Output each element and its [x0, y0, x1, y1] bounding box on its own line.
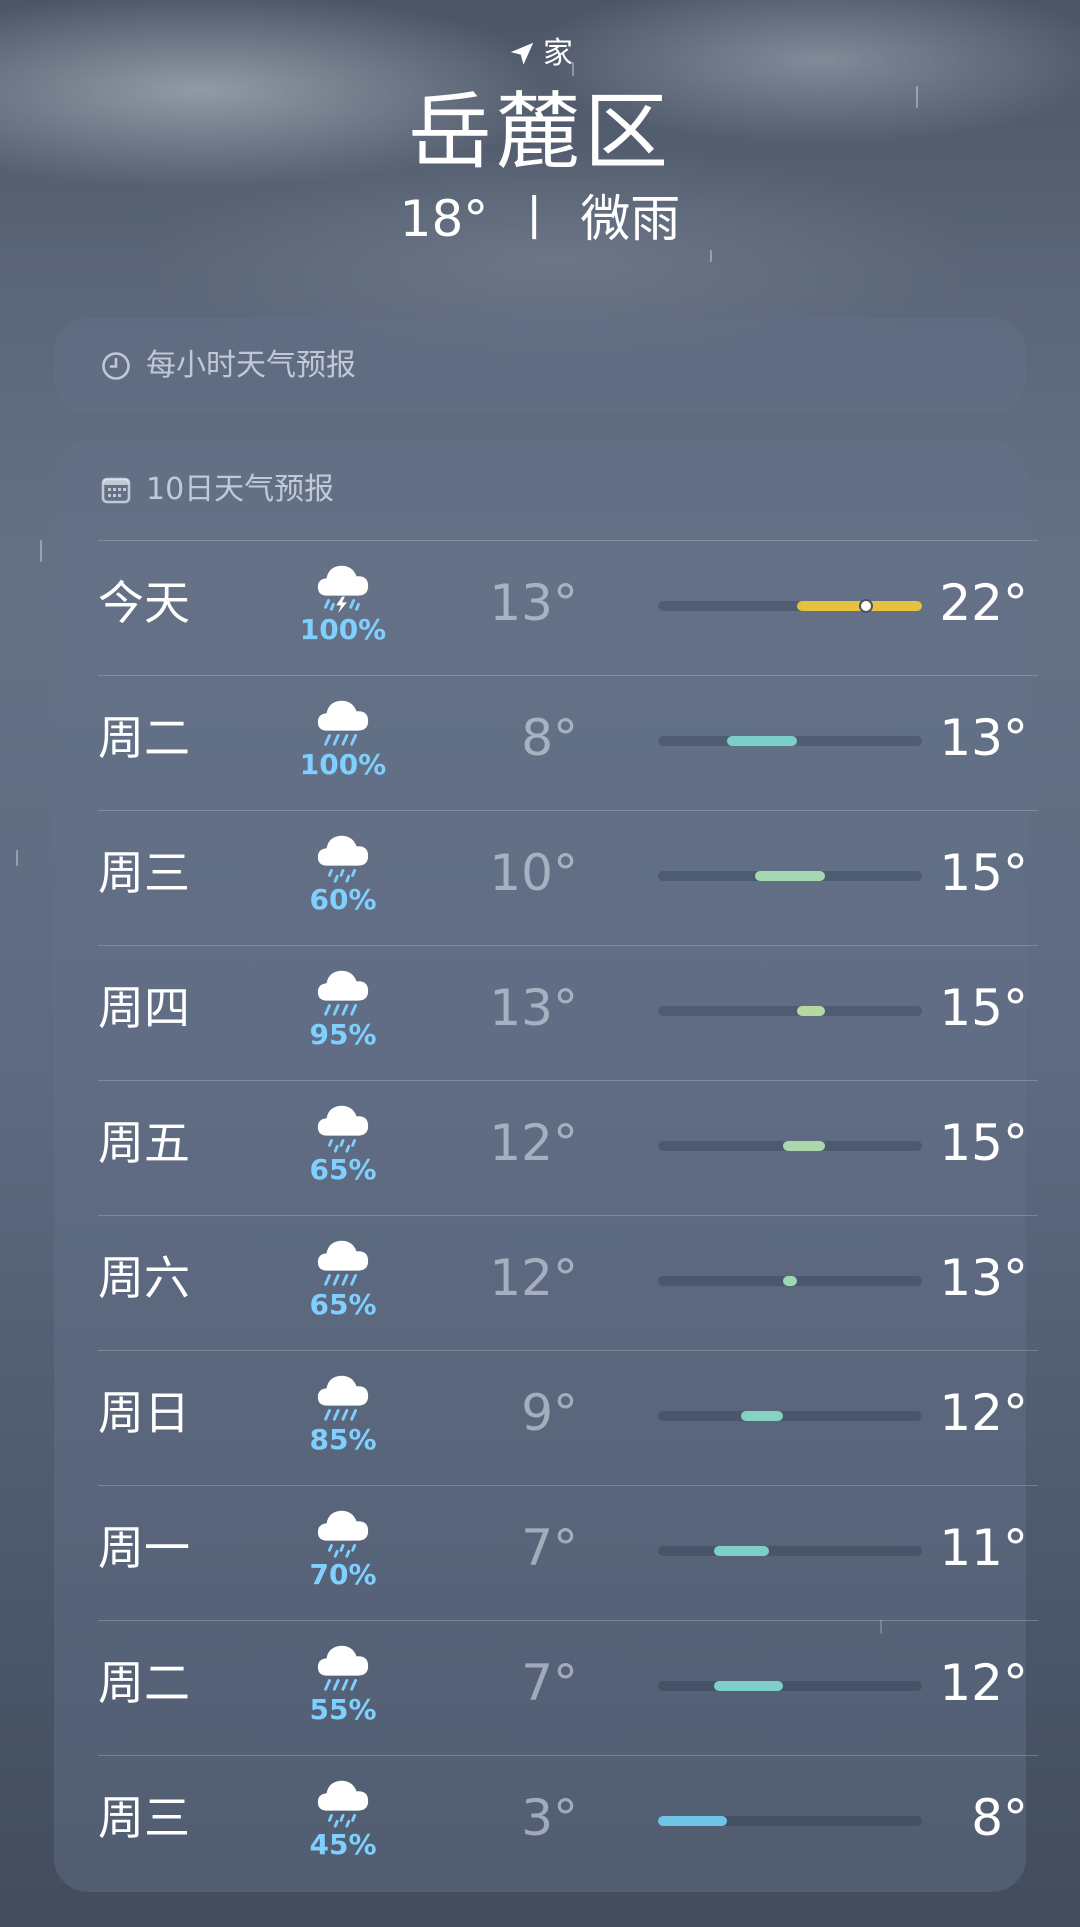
location-label: 家 — [543, 36, 573, 71]
temperature-range-fill — [727, 736, 797, 746]
city-name: 岳麓区 — [407, 83, 672, 181]
temperature-range-fill — [755, 871, 825, 881]
current-conditions: 18° 丨 微雨 — [0, 188, 1080, 250]
drizzle-icon — [317, 835, 369, 883]
high-temperature: 12° — [939, 1384, 1028, 1442]
forecast-day: 今天 — [98, 576, 190, 630]
rain-icon — [317, 1240, 369, 1286]
low-temperature: 8° — [521, 709, 578, 767]
temperature-range-fill — [713, 1546, 770, 1556]
high-temperature: 12° — [939, 1654, 1028, 1712]
current-temperature: 18° — [399, 190, 489, 248]
precipitation-chance: 70% — [309, 1558, 377, 1591]
drizzle-icon — [317, 1510, 369, 1558]
ten-day-forecast-header: 10日天气预报 — [100, 470, 334, 510]
rain-icon — [317, 1645, 369, 1691]
current-condition: 微雨 — [580, 190, 681, 248]
location-arrow-icon — [510, 42, 534, 65]
high-temperature: 22° — [939, 574, 1028, 632]
precipitation-chance: 65% — [309, 1288, 377, 1321]
low-temperature: 7° — [521, 1654, 578, 1712]
forecast-row[interactable]: 周五 65% 12° 15° — [98, 1080, 1038, 1215]
precipitation-chance: 100% — [299, 613, 387, 646]
temperature-range-bar — [658, 1411, 922, 1421]
forecast-day: 周二 — [98, 711, 190, 765]
location-row: 家 — [0, 34, 1080, 74]
low-temperature: 7° — [521, 1519, 578, 1577]
precipitation-chance: 100% — [299, 748, 387, 781]
hourly-forecast-title: 每小时天气预报 — [146, 348, 356, 383]
hourly-forecast-card[interactable]: 每小时天气预报 — [54, 318, 1026, 414]
ten-day-forecast-card[interactable]: 10日天气预报 今天 100% 13° 22° 周二 100% 8° 13° 周三 60% 10° 1… — [54, 440, 1038, 1892]
forecast-row[interactable]: 周日 85% 9° 12° — [98, 1350, 1038, 1485]
forecast-row[interactable]: 周三 45% 3° 8° — [98, 1755, 1038, 1890]
temperature-range-bar — [658, 871, 922, 881]
drizzle-icon — [317, 1105, 369, 1153]
high-temperature: 11° — [939, 1519, 1028, 1577]
forecast-row[interactable]: 周六 65% 12° 13° — [98, 1215, 1038, 1350]
rain-icon — [317, 700, 369, 746]
temperature-range-fill — [783, 1141, 825, 1151]
forecast-day: 周三 — [98, 846, 190, 900]
high-temperature: 13° — [939, 1249, 1028, 1307]
precipitation-chance: 55% — [309, 1693, 377, 1726]
temperature-range-bar — [658, 1141, 922, 1151]
precipitation-chance: 95% — [309, 1018, 377, 1051]
temperature-range-fill — [741, 1411, 784, 1421]
forecast-row[interactable]: 周三 60% 10° 15° — [98, 810, 1038, 945]
temperature-range-bar — [658, 736, 922, 746]
high-temperature: 15° — [939, 979, 1028, 1037]
forecast-row[interactable]: 周二 55% 7° 12° — [98, 1620, 1038, 1755]
temperature-range-bar — [658, 1006, 922, 1016]
raindrop — [16, 850, 18, 866]
temperature-range-fill — [713, 1681, 784, 1691]
hourly-forecast-header: 每小时天气预报 — [100, 346, 356, 386]
low-temperature: 12° — [489, 1249, 578, 1307]
high-temperature: 13° — [939, 709, 1028, 767]
forecast-row[interactable]: 周一 70% 7° 11° — [98, 1485, 1038, 1620]
raindrop — [40, 540, 42, 562]
precipitation-chance: 65% — [309, 1153, 377, 1186]
low-temperature: 12° — [489, 1114, 578, 1172]
forecast-row[interactable]: 周四 95% 13° 15° — [98, 945, 1038, 1080]
high-temperature: 15° — [939, 844, 1028, 902]
forecast-day: 周四 — [98, 981, 190, 1035]
forecast-day: 周六 — [98, 1251, 190, 1305]
precipitation-chance: 60% — [309, 883, 377, 916]
low-temperature: 10° — [489, 844, 578, 902]
forecast-row[interactable]: 周二 100% 8° 13° — [98, 675, 1038, 810]
precipitation-chance: 45% — [309, 1828, 377, 1861]
rain-icon — [317, 970, 369, 1016]
raindrop — [710, 250, 712, 262]
temperature-range-fill — [658, 1816, 728, 1826]
temperature-range-bar — [658, 1681, 922, 1691]
low-temperature: 3° — [521, 1789, 578, 1847]
temperature-range-bar — [658, 1546, 922, 1556]
forecast-list: 今天 100% 13° 22° 周二 100% 8° 13° 周三 60% 10° 15° 周四 95% 1… — [98, 540, 1038, 1890]
separator: 丨 — [510, 191, 559, 247]
high-temperature: 15° — [939, 1114, 1028, 1172]
temperature-range-bar — [658, 1816, 922, 1826]
forecast-row[interactable]: 今天 100% 13° 22° — [98, 540, 1038, 675]
forecast-day: 周一 — [98, 1521, 190, 1575]
ten-day-forecast-title: 10日天气预报 — [146, 472, 335, 507]
low-temperature: 13° — [489, 979, 578, 1037]
forecast-day: 周日 — [98, 1386, 190, 1440]
calendar-icon — [101, 477, 131, 504]
thunderstorm-icon — [317, 565, 369, 614]
high-temperature: 8° — [971, 1789, 1028, 1847]
precipitation-chance: 85% — [309, 1423, 377, 1456]
rain-icon — [317, 1375, 369, 1421]
forecast-day: 周五 — [98, 1116, 190, 1170]
temperature-range-bar — [658, 1276, 922, 1286]
drizzle-icon — [317, 1780, 369, 1828]
temperature-range-bar — [658, 599, 922, 613]
temperature-range-fill — [783, 1276, 798, 1286]
low-temperature: 13° — [489, 574, 578, 632]
forecast-day: 周三 — [98, 1791, 190, 1845]
clock-icon — [102, 352, 130, 380]
low-temperature: 9° — [521, 1384, 578, 1442]
temperature-range-fill — [796, 1006, 825, 1016]
forecast-day: 周二 — [98, 1656, 190, 1710]
